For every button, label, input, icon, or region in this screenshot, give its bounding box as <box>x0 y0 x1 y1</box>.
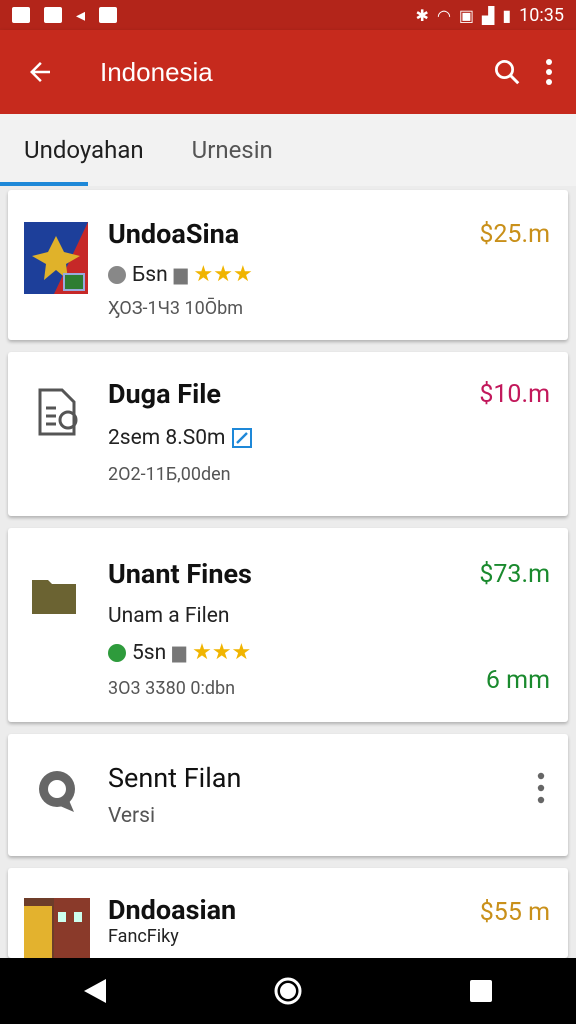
notification-icon <box>12 7 30 23</box>
nav-recents-icon[interactable] <box>468 978 494 1004</box>
page-title: Indonesia <box>100 56 213 87</box>
nav-back-icon[interactable] <box>82 977 108 1005</box>
lock-icon: ▣ <box>458 5 475 25</box>
chat-bubble-icon <box>39 771 75 812</box>
item-rating-row: Бsn ▆ ★★★ <box>108 262 253 287</box>
app-bar: Indonesia <box>0 30 576 114</box>
list-item[interactable]: UndoaSina $25.m Бsn ▆ ★★★ ӼОЗ-1Ч3 10Ōbm <box>8 190 568 340</box>
cup-icon: ▆ <box>172 642 187 663</box>
folder-icon <box>32 580 76 614</box>
notification-icon <box>99 7 118 23</box>
tab-bar: Undoyahan Urnesin <box>0 114 576 186</box>
item-meta: 2О2-11Б,00den <box>108 464 231 485</box>
tab-undoyahan[interactable]: Undoyahan <box>0 114 168 186</box>
item-name: Unant Fines <box>108 558 252 590</box>
item-name: UndoaSina <box>108 218 240 250</box>
list-item[interactable]: Sennt Filan Versi <box>8 734 568 856</box>
item-price: $10.m <box>479 380 550 409</box>
item-sub: Unam a Filen <box>108 604 230 628</box>
item-name: Dndoasian <box>108 894 237 926</box>
item-sub: FancFiky <box>108 926 179 947</box>
signal-icon: ◂ <box>76 4 86 26</box>
status-bar: ◂ ✱ ◠ ▣ ▟ ▮ 10:35 <box>0 0 576 30</box>
item-price: $73.m <box>479 560 550 589</box>
nav-home-icon[interactable] <box>273 976 303 1006</box>
wifi-icon: ◠ <box>436 5 451 25</box>
star-icon: ★★★ <box>192 640 252 665</box>
system-nav-bar <box>0 958 576 1024</box>
document-icon <box>38 388 78 436</box>
tab-label: Urnesin <box>191 136 273 164</box>
arrow-left-icon <box>30 62 50 82</box>
tab-urnesin[interactable]: Urnesin <box>168 114 297 186</box>
item-name: Sennt Filan <box>108 762 242 794</box>
notification-icon <box>44 7 62 23</box>
item-price: $25.m <box>479 220 550 249</box>
building-photo-icon <box>24 898 90 958</box>
status-time: 10:35 <box>519 4 564 26</box>
battery-icon: ▮ <box>502 5 512 25</box>
item-sub: Versi <box>108 804 156 828</box>
status-dot-icon <box>108 643 126 662</box>
search-icon[interactable] <box>492 57 522 87</box>
bluetooth-icon: ✱ <box>415 5 429 25</box>
item-meta: ӼОЗ-1Ч3 10Ōbm <box>108 298 244 319</box>
status-dot-icon <box>108 265 126 284</box>
item-meta: 3О3 3Ӡ80 0:dbn <box>108 678 236 699</box>
cell-signal-icon: ▟ <box>482 5 495 25</box>
item-sub-row: 2sem 8.S0m <box>108 426 253 450</box>
edit-icon[interactable] <box>231 427 253 449</box>
cup-icon: ▆ <box>173 264 188 285</box>
list-item[interactable]: Unant Fines $73.m Unam a Filen 5sn ▆ ★★★… <box>8 528 568 722</box>
star-icon: ★★★ <box>193 262 253 287</box>
back-button[interactable] <box>0 30 80 114</box>
item-extra: 6 mm <box>485 666 550 695</box>
item-sub: 2sem 8.S0m <box>108 426 226 450</box>
item-price: $55 m <box>479 898 550 927</box>
list-item[interactable]: Duga File $10.m 2sem 8.S0m 2О2-11Б,00den <box>8 352 568 516</box>
item-name: Duga File <box>108 378 221 410</box>
item-sub: Бsn <box>132 262 168 287</box>
tab-label: Undoyahan <box>24 136 144 164</box>
item-rating-row: 5sn ▆ ★★★ <box>108 640 251 665</box>
more-vert-icon[interactable] <box>544 58 554 86</box>
item-sub: 5sn <box>132 640 167 665</box>
more-vert-icon[interactable] <box>536 772 546 804</box>
list-item[interactable]: Dndoasian $55 m FancFiky <box>8 868 568 958</box>
flag-emblem-icon <box>24 222 88 294</box>
